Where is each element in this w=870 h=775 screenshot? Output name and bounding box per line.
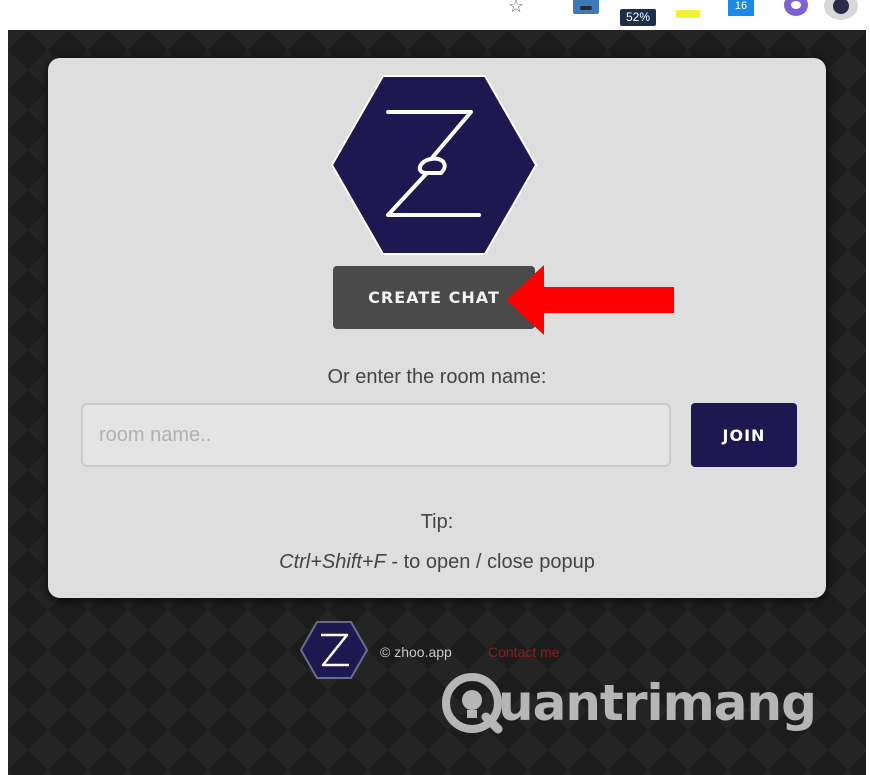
lightbulb-q-icon [442,673,503,734]
purple-extension-icon[interactable] [784,0,808,16]
copyright-text: © zhoo.app [380,644,452,660]
highlighter-extension-icon[interactable] [676,10,700,18]
watermark-text: uantrimang [498,674,817,732]
quantrimang-watermark: uantrimang [440,668,817,738]
zhoo-logo-icon [331,75,537,255]
contact-link[interactable]: Contact me [488,644,560,660]
tip-description: - to open / close popup [385,551,595,573]
bookmark-star-icon[interactable]: ☆ [508,0,524,15]
red-arrow-annotation [506,265,674,335]
zhoo-extension-icon[interactable] [824,0,858,20]
room-name-prompt: Or enter the room name: [327,366,547,388]
footer-zhoo-logo-icon [299,621,369,679]
tip-label: Tip: [420,511,454,533]
tip-text: Ctrl+Shift+F - to open / close popup [48,551,826,574]
room-name-input[interactable] [81,403,671,467]
create-chat-button[interactable]: CREATE CHAT [333,266,535,329]
battery-badge[interactable]: 52% [620,9,656,26]
join-button[interactable]: JOIN [691,403,797,467]
calendar-extension-icon[interactable]: 16 [728,0,754,16]
browser-toolbar: ☆ 52% 16 [0,0,870,30]
tip-shortcut: Ctrl+Shift+F [279,551,386,573]
mustache-extension-icon[interactable] [573,0,599,14]
